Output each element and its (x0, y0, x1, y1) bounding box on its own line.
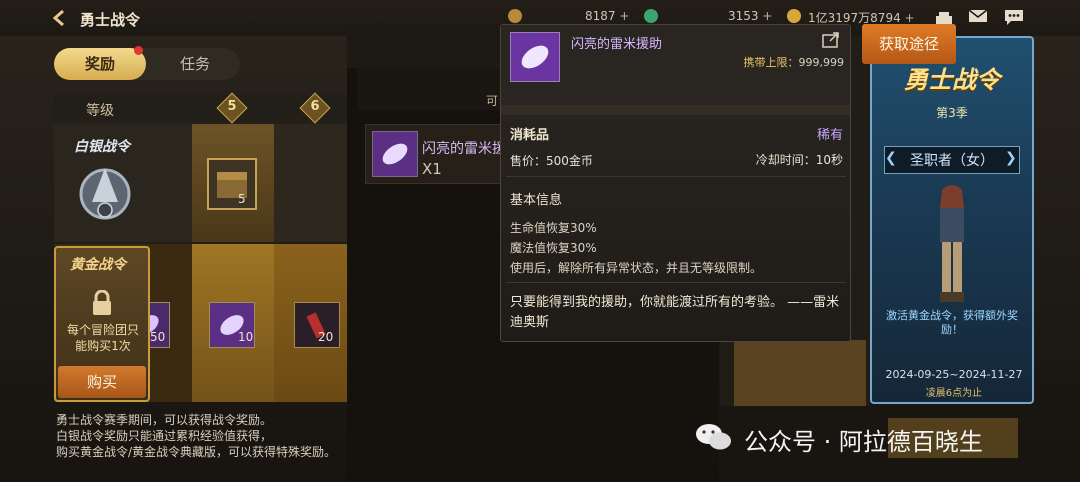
item-entry-name: 闪亮的雷米援 (422, 141, 506, 157)
basic-info-label: 基本信息 (510, 193, 563, 208)
item-effect-line: 生命值恢复30% (510, 221, 597, 235)
gem-icon (644, 9, 658, 23)
item-flavor-quote: 只要能得到我的援助，你就能渡过所有的考验。 ——雷米迪奥斯 (510, 295, 840, 330)
gold-pass-label: 黄金战令 (70, 257, 126, 273)
notification-dot (134, 46, 143, 55)
season-deadline: 凌晨6点为止 (925, 388, 983, 399)
coin-icon (508, 9, 522, 23)
footer-note: 购买黄金战令/黄金战令典藏版，可以获得特殊奖励。 (56, 445, 337, 459)
tooltip-item-name: 闪亮的雷米援助 (571, 37, 663, 52)
item-cooldown: 冷却时间：10秒 (755, 153, 843, 167)
tooltip-divider (501, 105, 850, 115)
item-type: 消耗品 (510, 128, 550, 143)
silver-pass-emblem-icon (72, 158, 138, 224)
reward-count: 50 (150, 330, 166, 344)
silver-pass-label: 白银战令 (74, 139, 130, 155)
banner-description: 激活黄金战令，获得额外奖励！ (886, 309, 1018, 336)
resource-1[interactable]: 8187 + (585, 9, 629, 23)
buy-button[interactable]: 购买 (58, 366, 146, 398)
carry-limit-value: 999,999 (798, 56, 845, 69)
banner-season: 第3季 (936, 106, 968, 120)
resource-2[interactable]: 3153 + (728, 9, 772, 23)
character-illustration (920, 180, 984, 308)
share-icon[interactable] (822, 32, 840, 48)
plus-icon: + (904, 11, 915, 25)
page-title: 勇士战令 (80, 11, 141, 29)
tab-task[interactable]: 任务 (150, 48, 240, 80)
class-name: 圣职者（女） (910, 153, 994, 169)
gold-coin-icon (787, 9, 801, 23)
carry-limit-label: 携带上限： (743, 56, 799, 69)
reward-count: 20 (318, 330, 334, 344)
plus-icon: + (619, 9, 630, 23)
silver-level-6-cell (274, 124, 348, 242)
chest-reward-slot[interactable] (207, 158, 257, 210)
carry-limit: 携带上限：999,999 (700, 54, 845, 70)
season-dates: 2024-09-25~2024-11-27 (885, 368, 1023, 381)
banner-title: 勇士战令 (904, 66, 1000, 94)
back-arrow-icon[interactable] (50, 8, 70, 28)
lock-icon (90, 289, 114, 316)
item-effect-line: 魔法值恢复30% (510, 241, 597, 255)
footer-note: 白银战令奖励只能通过累积经验值获得， (56, 429, 273, 443)
footer-note: 勇士战令赛季期间，可以获得战令奖励。 (56, 413, 273, 427)
right-column-gold-cell (734, 340, 866, 406)
level-number: 5 (227, 99, 237, 114)
tab-reward[interactable]: 奖励 (54, 48, 146, 80)
level-number: 6 (310, 99, 320, 114)
tooltip-divider (506, 282, 846, 283)
item-entry-quantity: X1 (422, 160, 442, 178)
resource-2-value: 3153 (728, 9, 759, 23)
item-price: 售价：500金币 (510, 154, 593, 168)
purchase-limit-text: 每个冒险团只能购买1次 (66, 323, 139, 353)
item-rarity: 稀有 (816, 128, 843, 143)
level-label: 等级 (86, 103, 114, 119)
chest-reward-count: 5 (238, 192, 246, 206)
item-detail-subheader-text: 可 (486, 94, 499, 108)
resource-1-value: 8187 (585, 9, 616, 23)
footer-notes: 勇士战令赛季期间，可以获得战令奖励。 白银战令奖励只能通过累积经验值获得， 购买… (56, 412, 356, 460)
obtain-method-button[interactable]: 获取途径 (862, 24, 956, 64)
feather-item-icon (510, 32, 560, 82)
tooltip-divider (506, 176, 846, 177)
watermark-text: 公众号 · 阿拉德百晓生 (744, 428, 983, 456)
feather-item-icon (372, 131, 418, 177)
reward-count: 10 (238, 330, 254, 344)
chat-icon[interactable] (1003, 8, 1025, 26)
item-effect-line: 使用后，解除所有异常状态，并且无等级限制。 (510, 261, 763, 275)
wechat-icon (694, 422, 732, 452)
plus-icon: + (762, 9, 773, 23)
mail-icon[interactable] (968, 8, 990, 26)
resource-3-value: 1亿3197万8794 (808, 11, 901, 25)
next-class-icon[interactable]: ❯ (1005, 150, 1017, 166)
